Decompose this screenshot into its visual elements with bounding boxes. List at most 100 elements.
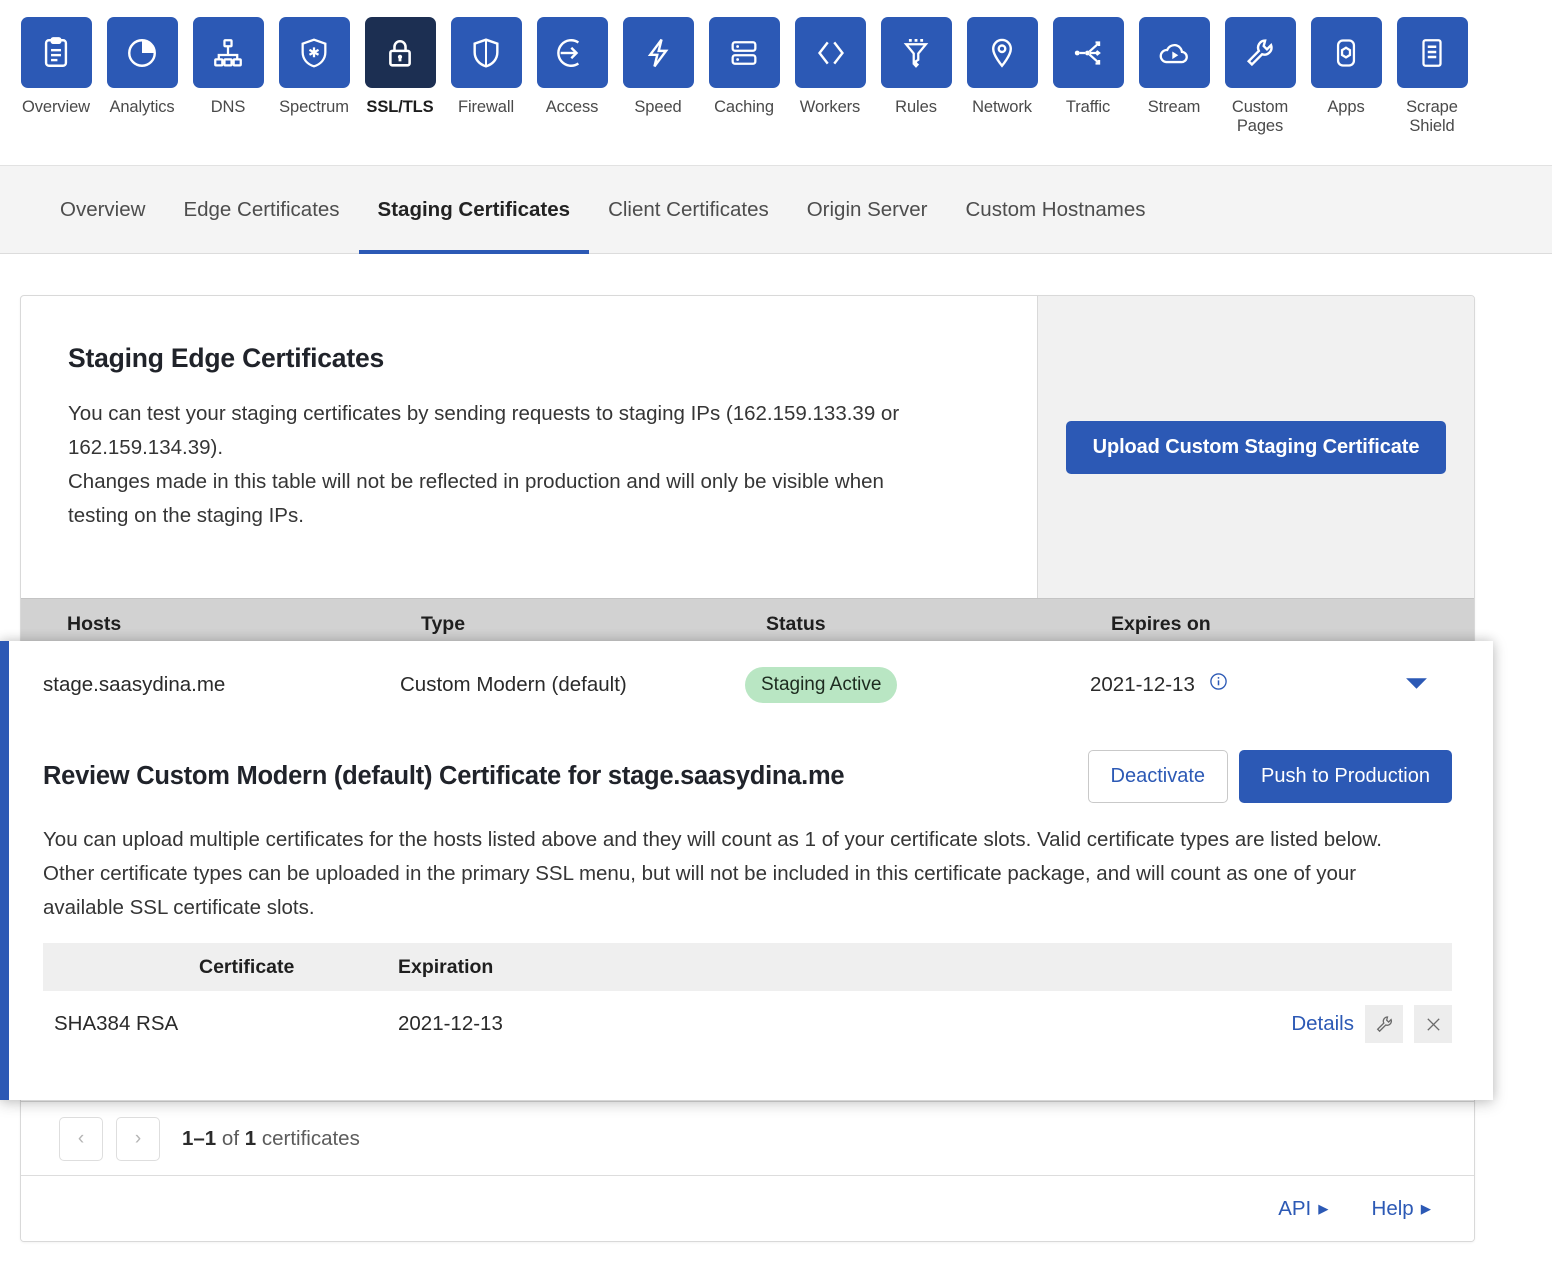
tab-origin-server[interactable]: Origin Server [788, 166, 947, 254]
app-item-custom-pages[interactable]: Custom Pages [1217, 17, 1303, 136]
app-item-label: Caching [714, 98, 774, 117]
app-item-dns[interactable]: DNS [185, 17, 271, 117]
lightning-icon [623, 17, 694, 88]
app-item-label: Speed [634, 98, 681, 117]
app-item-spectrum[interactable]: Spectrum [271, 17, 357, 117]
tab-edge-certificates[interactable]: Edge Certificates [164, 166, 358, 254]
app-item-label: Network [972, 98, 1032, 117]
push-to-production-button[interactable]: Push to Production [1239, 750, 1452, 803]
column-header-status: Status [766, 613, 1111, 636]
card-description-line-1: You can test your staging certificates b… [68, 397, 928, 465]
app-item-overview[interactable]: Overview [13, 17, 99, 117]
app-item-access[interactable]: Access [529, 17, 615, 117]
table-row: SHA384 RSA 2021-12-13 Details [43, 991, 1452, 1057]
triangle-right-icon: ▸ [1421, 1196, 1431, 1221]
app-item-label: Workers [800, 98, 860, 117]
clipboard-icon [21, 17, 92, 88]
app-item-label: Apps [1327, 98, 1364, 117]
tab-custom-hostnames[interactable]: Custom Hostnames [946, 166, 1164, 254]
app-item-apps[interactable]: Apps [1303, 17, 1389, 117]
shield-star-icon [279, 17, 350, 88]
wrench-icon [1225, 17, 1296, 88]
pagination-total: 1 [245, 1127, 256, 1150]
app-item-traffic[interactable]: Traffic [1045, 17, 1131, 117]
cloud-play-icon [1139, 17, 1210, 88]
app-item-label: Stream [1148, 98, 1201, 117]
help-link-label: Help [1372, 1197, 1414, 1221]
info-circle-icon[interactable] [1209, 672, 1228, 697]
close-x-icon[interactable] [1414, 1005, 1452, 1043]
app-item-speed[interactable]: Speed [615, 17, 701, 117]
details-link[interactable]: Details [1291, 1012, 1354, 1036]
app-item-scrape-shield[interactable]: Scrape Shield [1389, 17, 1475, 136]
app-item-analytics[interactable]: Analytics [99, 17, 185, 117]
overlay-description: You can upload multiple certificates for… [43, 823, 1433, 925]
ssl-subnav: Overview Edge Certificates Staging Certi… [0, 166, 1552, 254]
chevron-left-icon[interactable]: ‹ [59, 1117, 103, 1161]
cell-expiration: 2021-12-13 [398, 1012, 818, 1036]
page-title: Staging Edge Certificates [68, 343, 1037, 374]
tab-overview[interactable]: Overview [41, 166, 164, 254]
column-header-expires-on: Expires on [1111, 613, 1371, 636]
pagination-of: of [222, 1127, 239, 1150]
certificate-detail-overlay: stage.saasydina.me Custom Modern (defaul… [0, 641, 1493, 1100]
overlay-body: Review Custom Modern (default) Certifica… [9, 728, 1493, 1057]
load-balance-icon [1053, 17, 1124, 88]
inner-certificates-table: Certificate Expiration SHA384 RSA 2021-1… [43, 943, 1452, 1057]
app-item-label: Traffic [1066, 98, 1110, 117]
card-footer: API ▸ Help ▸ [21, 1175, 1474, 1241]
column-header-expiration: Expiration [398, 956, 818, 979]
app-item-firewall[interactable]: Firewall [443, 17, 529, 117]
caret-down-icon [1404, 673, 1429, 697]
app-item-label: Access [546, 98, 599, 117]
product-icon-bar: Overview Analytics DNS [0, 0, 1552, 166]
tab-staging-certificates[interactable]: Staging Certificates [359, 166, 590, 254]
app-item-label: Custom Pages [1217, 98, 1303, 136]
help-link[interactable]: Help ▸ [1372, 1196, 1431, 1221]
app-icon [1311, 17, 1382, 88]
app-item-label: Firewall [458, 98, 514, 117]
chevron-right-icon[interactable]: › [116, 1117, 160, 1161]
app-item-workers[interactable]: Workers [787, 17, 873, 117]
api-link-label: API [1278, 1197, 1311, 1221]
app-item-rules[interactable]: Rules [873, 17, 959, 117]
wrench-icon[interactable] [1365, 1005, 1403, 1043]
document-icon [1397, 17, 1468, 88]
app-item-ssl-tls[interactable]: SSL/TLS [357, 17, 443, 117]
app-item-label: Rules [895, 98, 937, 117]
deactivate-button[interactable]: Deactivate [1088, 750, 1229, 803]
api-link[interactable]: API ▸ [1278, 1196, 1328, 1221]
app-item-caching[interactable]: Caching [701, 17, 787, 117]
database-icon [709, 17, 780, 88]
card-header-text: Staging Edge Certificates You can test y… [21, 296, 1037, 598]
app-item-label: SSL/TLS [366, 98, 433, 117]
app-item-label: Overview [22, 98, 90, 117]
overlay-actions: Deactivate Push to Production [1088, 750, 1453, 803]
app-item-label: DNS [211, 98, 246, 117]
column-header-type: Type [421, 613, 766, 636]
app-item-label: Analytics [109, 98, 174, 117]
upload-custom-staging-certificate-button[interactable]: Upload Custom Staging Certificate [1066, 421, 1447, 474]
overlay-cell-hosts: stage.saasydina.me [9, 673, 400, 697]
app-item-stream[interactable]: Stream [1131, 17, 1217, 117]
app-item-network[interactable]: Network [959, 17, 1045, 117]
shield-icon [451, 17, 522, 88]
row-actions: Details [818, 1005, 1452, 1043]
app-item-label: Spectrum [279, 98, 349, 117]
card-header-action: Upload Custom Staging Certificate [1037, 296, 1474, 598]
overlay-collapse-toggle[interactable] [1340, 673, 1493, 697]
overlay-cell-type: Custom Modern (default) [400, 673, 745, 697]
triangle-right-icon: ▸ [1318, 1196, 1328, 1221]
cell-certificate: SHA384 RSA [43, 1012, 398, 1036]
app-item-label: Scrape Shield [1389, 98, 1475, 136]
column-header-hosts: Hosts [21, 613, 421, 636]
pagination: ‹ › 1–1 of 1 certificates [21, 1101, 1474, 1175]
overlay-summary-row[interactable]: stage.saasydina.me Custom Modern (defaul… [9, 641, 1493, 728]
expires-on-value: 2021-12-13 [1090, 673, 1195, 697]
pie-chart-icon [107, 17, 178, 88]
overlay-header: Review Custom Modern (default) Certifica… [43, 750, 1452, 803]
map-pin-icon [967, 17, 1038, 88]
code-icon [795, 17, 866, 88]
sitemap-icon [193, 17, 264, 88]
tab-client-certificates[interactable]: Client Certificates [589, 166, 788, 254]
